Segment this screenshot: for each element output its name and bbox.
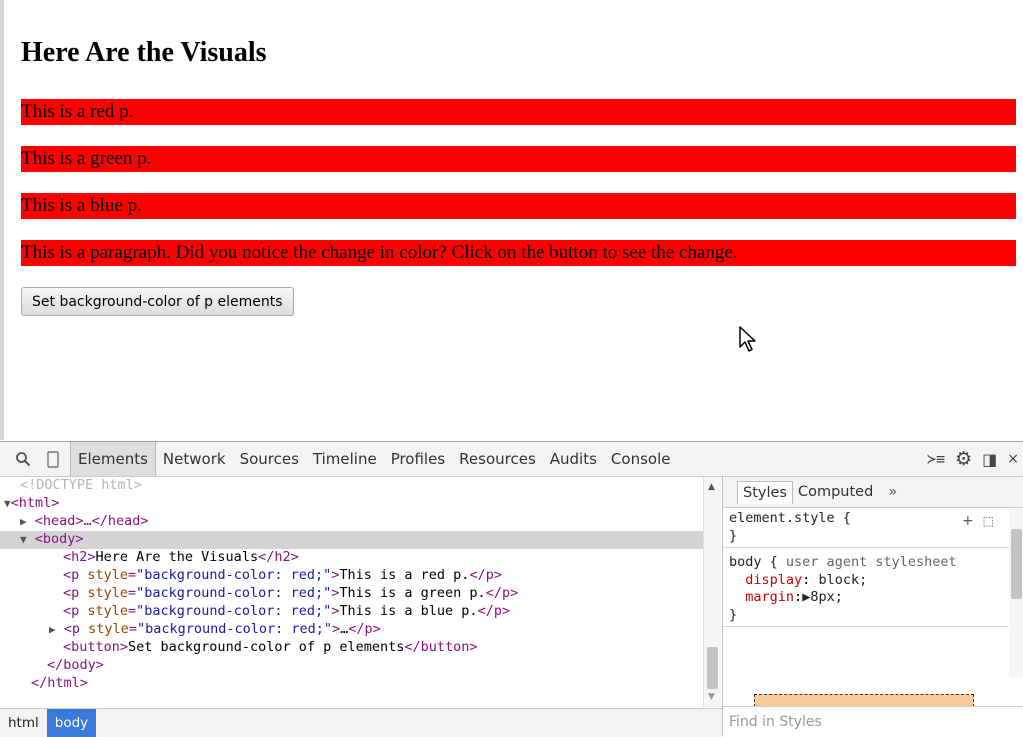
- dom-node-html[interactable]: ▼<html>: [0, 495, 704, 513]
- devtools-panel: Elements Network Sources Timeline Profil…: [0, 441, 1023, 737]
- styles-pane: Styles Computed » element.style { } + ⬚ …: [722, 477, 1023, 736]
- find-in-styles-input[interactable]: Find in Styles: [723, 706, 1023, 736]
- dock-side-icon[interactable]: ◨: [982, 450, 997, 469]
- toolbar-right-controls: ≻≡ ⚙ ◨ ×: [927, 442, 1019, 476]
- breadcrumb: html body: [0, 708, 722, 737]
- dom-tree[interactable]: <!DOCTYPE html> ▼<html> ▶ <head>…</head>…: [0, 477, 720, 707]
- dom-node-h2[interactable]: <h2>Here Are the Visuals</h2>: [0, 549, 720, 567]
- dom-node-p[interactable]: <p style="background-color: red;">This i…: [0, 567, 720, 585]
- scrollbar-thumb[interactable]: [707, 647, 718, 689]
- dom-node-doctype[interactable]: <!DOCTYPE html>: [0, 477, 720, 495]
- breadcrumb-body[interactable]: body: [46, 709, 97, 737]
- tab-timeline[interactable]: Timeline: [306, 442, 384, 476]
- expanded-triangle-icon[interactable]: ▼: [4, 497, 11, 510]
- gear-icon[interactable]: ⚙: [955, 448, 972, 470]
- dom-node-head[interactable]: ▶ <head>…</head>: [0, 513, 720, 531]
- breadcrumb-html[interactable]: html: [0, 709, 47, 737]
- window-left-border: [0, 0, 4, 440]
- styles-scrollbar[interactable]: [1009, 509, 1023, 677]
- dom-scrollbar[interactable]: ▲ ▼: [703, 477, 721, 707]
- body-ua-rule[interactable]: body { user agent stylesheet display: bl…: [723, 548, 1023, 627]
- dom-node-button[interactable]: <button>Set background-color of p elemen…: [0, 639, 720, 657]
- console-drawer-icon[interactable]: ≻≡: [927, 450, 945, 468]
- new-rule-plus-icon[interactable]: +: [962, 513, 974, 529]
- more-tabs-icon[interactable]: »: [888, 484, 897, 500]
- collapsed-triangle-icon[interactable]: ▶: [49, 623, 56, 636]
- dom-node-body-close[interactable]: </body>: [0, 657, 720, 675]
- rendered-page: Here Are the Visuals This is a red p. Th…: [13, 0, 1017, 440]
- styles-tabs: Styles Computed »: [723, 477, 1023, 508]
- tab-console[interactable]: Console: [604, 442, 678, 476]
- scroll-down-arrow-icon[interactable]: ▼: [708, 692, 715, 702]
- tab-network[interactable]: Network: [156, 442, 233, 476]
- mouse-cursor-icon: [739, 326, 756, 352]
- close-icon[interactable]: ×: [1007, 451, 1019, 467]
- devtools-toolbar: Elements Network Sources Timeline Profil…: [0, 442, 1023, 477]
- rule-actions: + ⬚: [962, 513, 994, 529]
- tab-styles[interactable]: Styles: [737, 480, 793, 504]
- dom-node-p-collapsed[interactable]: ▶ <p style="background-color: red;">…</p…: [0, 621, 720, 639]
- set-background-color-button[interactable]: Set background-color of p elements: [21, 287, 294, 316]
- dom-node-p[interactable]: <p style="background-color: red;">This i…: [0, 585, 720, 603]
- search-icon[interactable]: [12, 448, 34, 470]
- tab-resources[interactable]: Resources: [452, 442, 543, 476]
- page-heading: Here Are the Visuals: [21, 37, 267, 68]
- scrollbar-thumb[interactable]: [1011, 529, 1022, 599]
- collapsed-triangle-icon[interactable]: ▶: [20, 515, 27, 528]
- dom-node-p[interactable]: <p style="background-color: red;">This i…: [0, 603, 720, 621]
- device-mode-icon[interactable]: [42, 448, 64, 470]
- expanded-triangle-icon[interactable]: ▼: [20, 533, 27, 546]
- green-paragraph: This is a green p.: [21, 146, 1016, 172]
- tab-profiles[interactable]: Profiles: [384, 442, 452, 476]
- tab-sources[interactable]: Sources: [233, 442, 306, 476]
- blue-paragraph: This is a blue p.: [21, 193, 1016, 219]
- tab-computed[interactable]: Computed: [793, 481, 878, 503]
- tab-audits[interactable]: Audits: [543, 442, 604, 476]
- dom-node-html-close[interactable]: </html>: [0, 675, 720, 693]
- dom-node-body[interactable]: ▼ <body>: [0, 531, 703, 549]
- info-paragraph: This is a paragraph. Did you notice the …: [21, 240, 1016, 266]
- tab-elements[interactable]: Elements: [70, 442, 156, 476]
- red-paragraph: This is a red p.: [21, 99, 1016, 125]
- scroll-up-arrow-icon[interactable]: ▲: [708, 482, 715, 492]
- element-state-icon[interactable]: ⬚: [983, 514, 994, 528]
